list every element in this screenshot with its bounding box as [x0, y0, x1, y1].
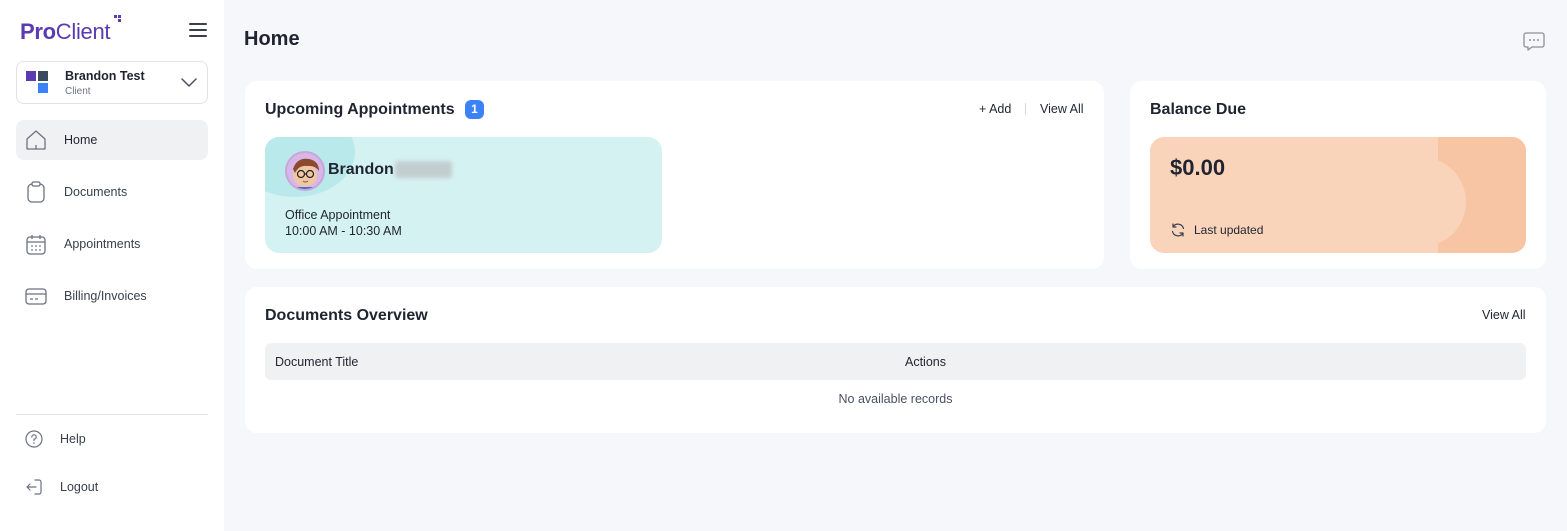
documents-table-header: Document Title Actions	[265, 343, 1526, 380]
appointment-card[interactable]: Brandon Office Appointment 10:00 AM - 10…	[265, 137, 662, 253]
empty-state-text: No available records	[838, 392, 953, 406]
last-updated-label: Last updated	[1194, 223, 1264, 237]
chevron-down-icon	[181, 78, 197, 87]
sidebar-item-label: Logout	[60, 480, 99, 494]
sidebar-item-appointments[interactable]: Appointments	[16, 224, 208, 264]
account-switcher[interactable]: Brandon Test Client	[16, 61, 208, 104]
balance-panel: $0.00 Last updated	[1150, 137, 1526, 253]
sidebar-item-label: Appointments	[64, 237, 141, 251]
card-decoration	[1376, 157, 1466, 247]
sidebar-item-label: Billing/Invoices	[64, 289, 147, 303]
appointments-title: Upcoming Appointments	[265, 101, 455, 118]
sidebar-item-label: Home	[64, 133, 98, 147]
logo-dots-icon	[114, 15, 124, 25]
help-icon	[25, 430, 43, 448]
sidebar-item-home[interactable]: Home	[16, 120, 208, 160]
sidebar: Pro Client Brandon Test Client Home Docum	[0, 0, 224, 531]
account-name: Brandon Test	[65, 69, 145, 83]
logout-icon	[26, 479, 42, 495]
view-all-appointments-link[interactable]: View All	[1040, 102, 1084, 116]
account-role: Client	[65, 86, 91, 97]
calendar-icon	[26, 235, 46, 255]
refresh-icon[interactable]	[1170, 222, 1186, 238]
home-icon	[26, 130, 46, 150]
sidebar-item-logout[interactable]: Logout	[16, 473, 208, 505]
balance-title: Balance Due	[1150, 101, 1247, 118]
logo-client-text: Client	[55, 19, 111, 44]
hamburger-menu-icon[interactable]	[189, 23, 207, 37]
balance-amount: $0.00	[1170, 155, 1226, 180]
appointment-client-name: Brandon	[328, 161, 394, 178]
sidebar-divider	[16, 414, 208, 415]
sidebar-item-label: Documents	[64, 185, 128, 199]
link-separator	[1025, 103, 1026, 115]
proclient-logo[interactable]: Pro Client	[20, 15, 121, 45]
sidebar-item-billing[interactable]: Billing/Invoices	[16, 276, 208, 316]
clipboard-icon	[27, 181, 45, 203]
column-header-document-title[interactable]: Document Title	[275, 355, 358, 369]
account-logo-icon	[26, 71, 50, 95]
redacted-last-name	[395, 161, 452, 178]
appointments-count-badge: 1	[465, 100, 484, 119]
appointment-type: Office Appointment	[285, 208, 391, 222]
logo-pro-text: Pro	[20, 19, 56, 44]
avatar	[285, 151, 325, 191]
add-appointment-link[interactable]: + Add	[979, 102, 1011, 116]
view-all-documents-link[interactable]: View All	[1482, 308, 1526, 322]
sidebar-item-documents[interactable]: Documents	[16, 172, 208, 212]
sidebar-item-help[interactable]: Help	[16, 425, 208, 457]
appointment-time: 10:00 AM - 10:30 AM	[285, 224, 402, 238]
chat-icon[interactable]	[1522, 29, 1546, 53]
sidebar-item-label: Help	[60, 432, 86, 446]
documents-title: Documents Overview	[265, 307, 428, 324]
credit-card-icon	[25, 288, 47, 305]
page-title: Home	[244, 28, 300, 50]
column-header-actions: Actions	[905, 355, 946, 369]
